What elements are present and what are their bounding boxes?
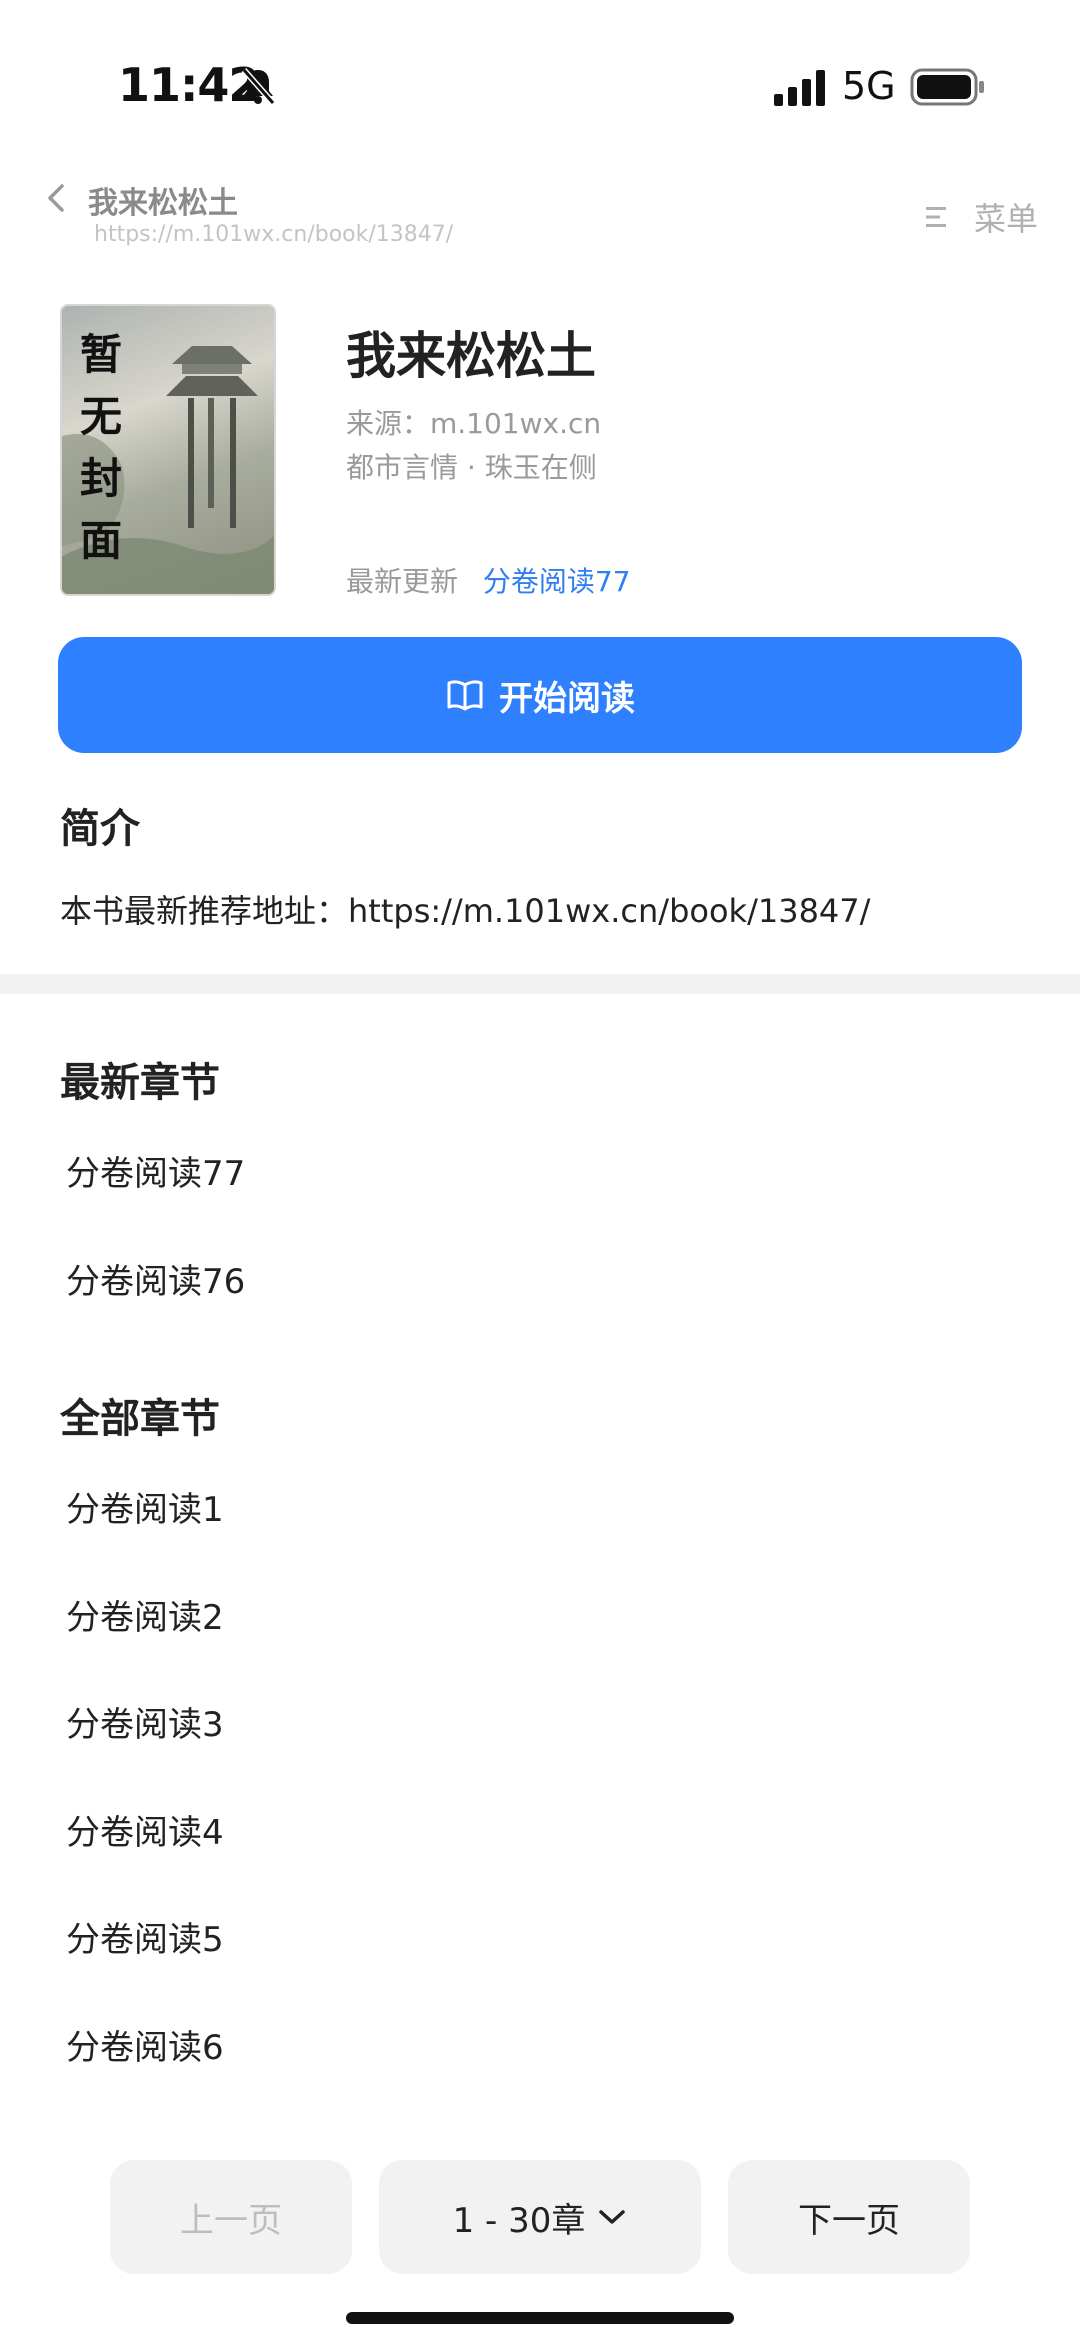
status-time: 11:42 <box>118 58 260 112</box>
menu-label: 菜单 <box>974 200 1039 238</box>
chapter-item[interactable]: 分卷阅读2 <box>66 1590 224 1639</box>
start-reading-label: 开始阅读 <box>499 678 635 719</box>
latest-update: 最新更新 分卷阅读77 <box>346 560 631 600</box>
battery-icon <box>910 68 984 106</box>
chapter-item[interactable]: 分卷阅读77 <box>66 1146 245 1195</box>
chevron-down-icon <box>599 2210 626 2224</box>
book-source: 来源：m.101wx.cn <box>346 407 602 440</box>
latest-chapters-heading: 最新章节 <box>60 1060 220 1106</box>
bell-muted-icon <box>241 68 276 105</box>
chapter-item[interactable]: 分卷阅读6 <box>66 2020 224 2069</box>
book-title: 我来松松土 <box>346 327 596 385</box>
chapter-item[interactable]: 分卷阅读4 <box>66 1805 224 1854</box>
latest-chapter-link[interactable]: 分卷阅读77 <box>483 565 631 598</box>
next-page-button[interactable]: 下一页 <box>728 2160 970 2274</box>
chapter-item[interactable]: 分卷阅读5 <box>66 1912 224 1961</box>
prev-page-label: 上一页 <box>180 2200 282 2241</box>
cover-text: 暂无封面 <box>80 330 123 565</box>
header-title: 我来松松土 <box>88 186 238 221</box>
chapter-item[interactable]: 分卷阅读1 <box>66 1482 224 1531</box>
header-url: https://m.101wx.cn/book/13847/ <box>94 222 454 247</box>
section-divider <box>0 974 1080 994</box>
book-genre: 都市言情 · 珠玉在侧 <box>346 451 597 484</box>
all-chapters-heading: 全部章节 <box>60 1396 220 1442</box>
back-icon[interactable] <box>42 180 70 216</box>
book-cover: 暂无封面 <box>60 304 276 596</box>
home-indicator[interactable] <box>346 2312 734 2324</box>
menu-button[interactable]: 菜单 <box>926 194 1038 240</box>
open-book-icon <box>447 680 483 711</box>
signal-icon <box>774 70 825 106</box>
chapter-range-select[interactable]: 1 - 30章 <box>379 2160 701 2274</box>
chapter-item[interactable]: 分卷阅读76 <box>66 1254 245 1303</box>
chapter-item[interactable]: 分卷阅读3 <box>66 1697 224 1746</box>
intro-text: 本书最新推荐地址：https://m.101wx.cn/book/13847/ <box>60 892 871 930</box>
latest-update-label: 最新更新 <box>346 565 459 598</box>
intro-heading: 简介 <box>60 806 140 852</box>
chapter-range-label: 1 - 30章 <box>452 2200 586 2241</box>
menu-icon <box>926 207 946 227</box>
start-reading-button[interactable]: 开始阅读 <box>58 637 1022 753</box>
network-type: 5G <box>842 64 896 108</box>
prev-page-button[interactable]: 上一页 <box>110 2160 352 2274</box>
next-page-label: 下一页 <box>798 2200 900 2241</box>
